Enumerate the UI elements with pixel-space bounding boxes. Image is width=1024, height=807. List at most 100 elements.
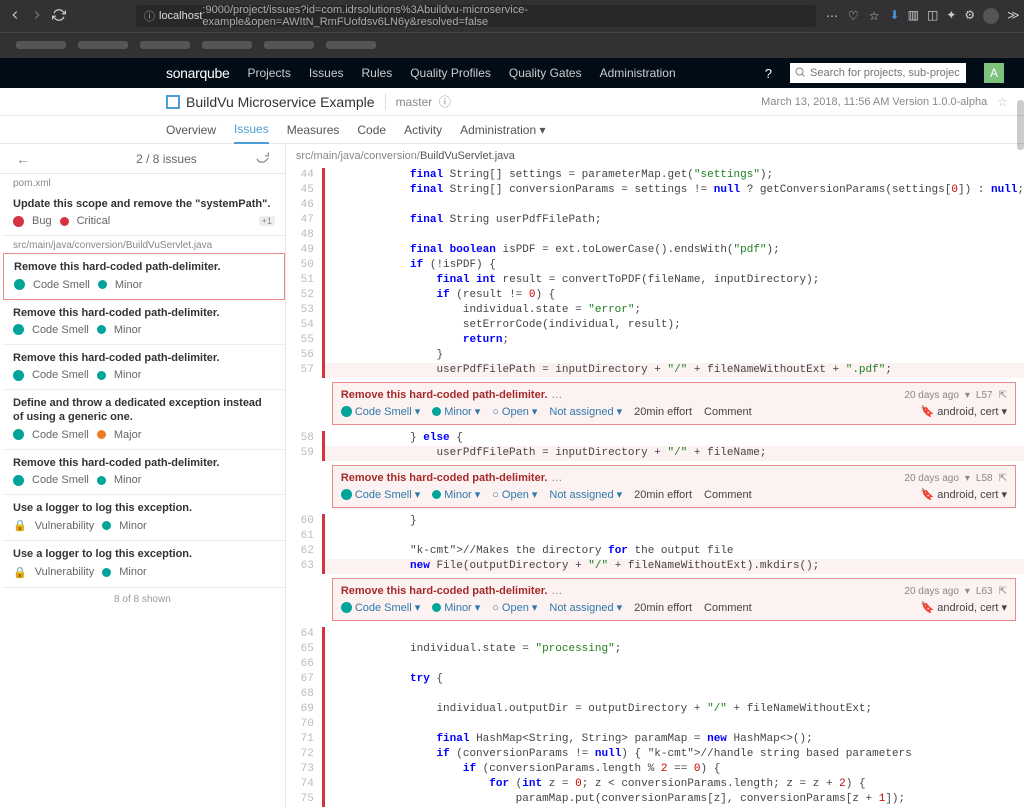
scrollbar[interactable] (1017, 100, 1024, 150)
rule-link-icon[interactable]: … (551, 389, 562, 401)
code-line: 74 for (int z = 0; z < conversionParams.… (286, 777, 1024, 792)
type-icon (13, 370, 24, 381)
code-line: 61 (286, 529, 1024, 544)
more-icon[interactable]: ⋯ (826, 9, 838, 23)
user-avatar[interactable]: A (984, 63, 1004, 83)
favorite-icon[interactable]: ☆ (997, 95, 1008, 109)
subnav-issues[interactable]: Issues (234, 116, 269, 144)
permalink-icon[interactable]: ⇱ (999, 390, 1007, 401)
code-line: 69 individual.outputDir = outputDirector… (286, 702, 1024, 717)
address-bar[interactable]: ⓘ localhost:9000/project/issues?id=com.i… (136, 5, 816, 27)
file-group: src/main/java/conversion/BuildVuServlet.… (3, 236, 285, 253)
issue-list-item[interactable]: Define and throw a dedicated exception i… (3, 390, 285, 450)
sidebar-icon[interactable]: ◫ (927, 8, 938, 24)
issue-list-item[interactable]: Update this scope and remove the "system… (3, 191, 285, 236)
code-line: 49 final boolean isPDF = ext.toLowerCase… (286, 243, 1024, 258)
nav-quality-profiles[interactable]: Quality Profiles (410, 66, 491, 80)
inline-issue-title: Remove this hard-coded path-delimiter. (341, 389, 548, 401)
issue-comment[interactable]: Comment (704, 406, 752, 418)
issue-count: 2 / 8 issues (30, 152, 255, 166)
nav-quality-gates[interactable]: Quality Gates (509, 66, 582, 80)
project-subnav: Overview Issues Measures Code Activity A… (0, 116, 1024, 144)
project-header: BuildVu Microservice Example master ⓘ Ma… (0, 88, 1024, 116)
file-group: pom.xml (3, 174, 285, 191)
code-line: 53 individual.state = "error"; (286, 303, 1024, 318)
issues-sidebar: ← 2 / 8 issues pom.xml Update this scope… (0, 144, 286, 807)
severity-icon (97, 371, 106, 380)
code-line: 55 return; (286, 333, 1024, 348)
lock-icon: 🔒 (13, 519, 27, 532)
app-navbar: sonarqube Projects Issues Rules Quality … (0, 58, 1024, 88)
code-line: 63 new File(outputDirectory + "/" + file… (286, 559, 1024, 574)
code-line: 44 final String[] settings = parameterMa… (286, 168, 1024, 183)
reload-icon[interactable] (52, 8, 66, 25)
severity-icon (97, 476, 106, 485)
project-name[interactable]: BuildVu Microservice Example (186, 94, 375, 110)
nav-administration[interactable]: Administration (600, 66, 676, 80)
severity-icon (60, 217, 69, 226)
app-logo[interactable]: sonarqube (166, 65, 229, 81)
back-to-list-icon[interactable]: ← (16, 151, 30, 167)
search-input[interactable] (790, 63, 966, 83)
code-line: 50 if (!isPDF) { (286, 258, 1024, 273)
subnav-measures[interactable]: Measures (287, 116, 340, 144)
issue-list-item[interactable]: Use a logger to log this exception. 🔒 Vu… (3, 495, 285, 541)
inline-issue[interactable]: Remove this hard-coded path-delimiter.… … (332, 465, 1016, 508)
star-icon[interactable]: ☆ (869, 9, 880, 23)
inline-issue[interactable]: Remove this hard-coded path-delimiter. …… (332, 382, 1016, 425)
code-line: 62 "k-cmt">//Makes the directory for the… (286, 544, 1024, 559)
code-line: 67 try { (286, 672, 1024, 687)
issue-list-item[interactable]: Remove this hard-coded path-delimiter. C… (3, 253, 285, 299)
issue-line: L57 (976, 390, 993, 401)
subnav-administration[interactable]: Administration ▾ (460, 116, 545, 144)
issue-age: 20 days ago (904, 390, 959, 401)
global-search[interactable] (790, 63, 966, 83)
code-line: 64 (286, 627, 1024, 642)
issue-list-item[interactable]: Remove this hard-coded path-delimiter. C… (3, 345, 285, 390)
code-line: 59 userPdfFilePath = inputDirectory + "/… (286, 446, 1024, 461)
issue-severity[interactable]: Minor ▾ (432, 405, 480, 418)
code-line: 68 (286, 687, 1024, 702)
issue-status[interactable]: ○ Open ▾ (492, 405, 537, 418)
issue-tags[interactable]: 🔖 android, cert ▾ (921, 405, 1008, 418)
issue-list-item[interactable]: Remove this hard-coded path-delimiter. C… (3, 450, 285, 495)
code-line: 51 final int result = convertToPDF(fileN… (286, 273, 1024, 288)
nav-issues[interactable]: Issues (309, 66, 344, 80)
nav-rules[interactable]: Rules (362, 66, 393, 80)
browser-toolbar: ⓘ localhost:9000/project/issues?id=com.i… (0, 0, 1024, 32)
issue-type[interactable]: Code Smell ▾ (341, 405, 420, 418)
code-line: 56 } (286, 348, 1024, 363)
code-line: 70 (286, 717, 1024, 732)
back-icon[interactable] (8, 8, 22, 25)
severity-icon (102, 568, 111, 577)
settings-icon[interactable]: ⚙ (964, 8, 975, 24)
reload-issues-icon[interactable] (255, 150, 269, 167)
code-line: 48 (286, 228, 1024, 243)
code-line: 54 setErrorCode(individual, result); (286, 318, 1024, 333)
code-line: 60 } (286, 514, 1024, 529)
avatar-icon[interactable] (983, 8, 999, 24)
download-icon[interactable]: ⬇ (890, 8, 900, 24)
severity-icon (98, 280, 107, 289)
issue-list-item[interactable]: Remove this hard-coded path-delimiter. C… (3, 300, 285, 345)
reader-icon[interactable]: ♡ (848, 9, 859, 23)
file-path[interactable]: src/main/java/conversion/BuildVuServlet.… (286, 144, 1024, 168)
issue-list-item[interactable]: Use a logger to log this exception. 🔒 Vu… (3, 541, 285, 587)
inline-issue[interactable]: Remove this hard-coded path-delimiter.… … (332, 578, 1016, 621)
code-viewer: src/main/java/conversion/BuildVuServlet.… (286, 144, 1024, 807)
severity-icon (102, 521, 111, 530)
extension-icon[interactable]: ✦ (946, 8, 956, 24)
subnav-overview[interactable]: Overview (166, 116, 216, 144)
help-icon[interactable]: ? (765, 66, 772, 81)
forward-icon[interactable] (30, 8, 44, 25)
issue-assignee[interactable]: Not assigned ▾ (549, 405, 622, 418)
subnav-activity[interactable]: Activity (404, 116, 442, 144)
branch-selector[interactable]: master ⓘ (385, 93, 451, 110)
project-icon (166, 95, 180, 109)
subnav-code[interactable]: Code (357, 116, 386, 144)
library-icon[interactable]: ▥ (908, 8, 919, 24)
nav-projects[interactable]: Projects (247, 66, 290, 80)
overflow-icon[interactable]: ≫ (1007, 8, 1020, 24)
code-line: 45 final String[] conversionParams = set… (286, 183, 1024, 198)
project-meta: March 13, 2018, 11:56 AM Version 1.0.0-a… (761, 96, 987, 108)
